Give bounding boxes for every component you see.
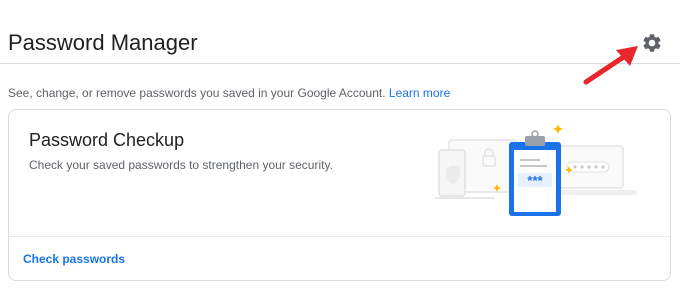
sparkle-icon	[553, 124, 563, 134]
page-description: See, change, or remove passwords you sav…	[8, 86, 450, 100]
card-divider	[9, 236, 670, 237]
clipboard-password-mask: ***	[527, 173, 543, 188]
learn-more-link[interactable]: Learn more	[389, 86, 450, 100]
description-text: See, change, or remove passwords you sav…	[8, 86, 386, 100]
card-subtitle: Check your saved passwords to strengthen…	[29, 158, 333, 172]
page-header: Password Manager	[0, 0, 680, 85]
password-checkup-illustration: ***	[435, 124, 637, 216]
page-title: Password Manager	[8, 30, 198, 55]
laptop-illustration	[549, 145, 637, 195]
password-checkup-card: Password Checkup Check your saved passwo…	[8, 109, 671, 281]
red-arrow-icon	[583, 46, 638, 85]
clipboard-icon: ***	[509, 130, 561, 216]
check-passwords-link[interactable]: Check passwords	[23, 252, 125, 266]
card-title: Password Checkup	[29, 130, 185, 150]
